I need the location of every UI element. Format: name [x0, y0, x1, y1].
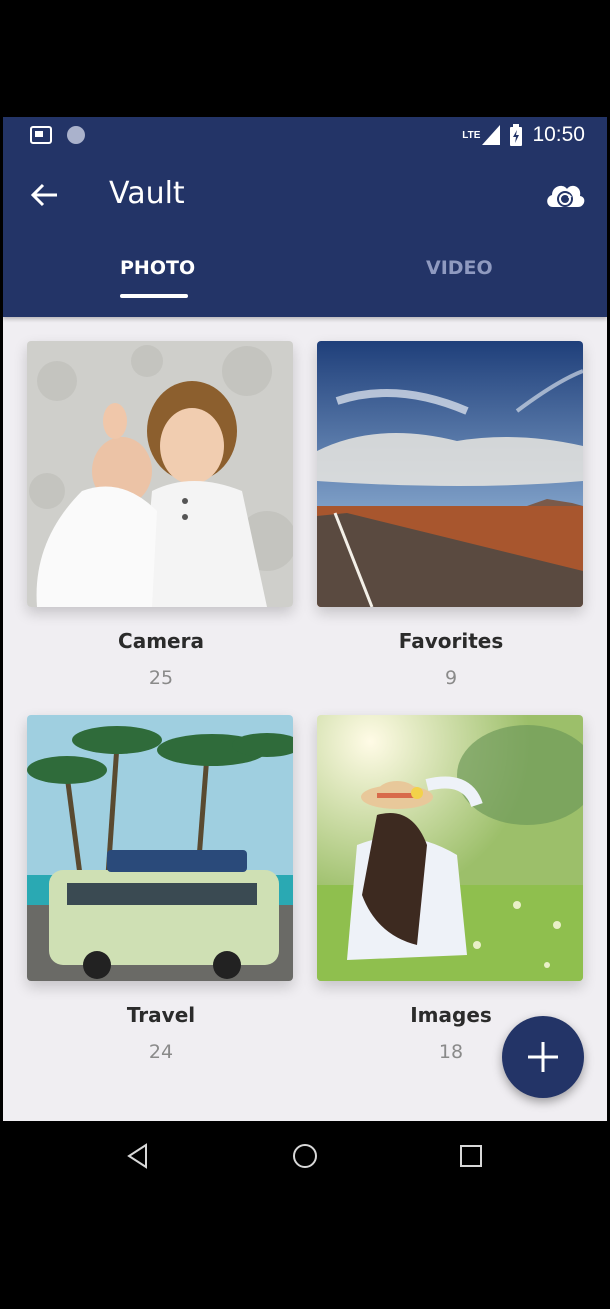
tab-bar: PHOTO VIDEO — [3, 245, 607, 317]
album-card-favorites[interactable]: Favorites 9 — [317, 341, 585, 689]
page-title: Vault — [109, 176, 185, 211]
album-count: 9 — [444, 667, 458, 689]
album-card-camera[interactable]: Camera 25 — [27, 341, 295, 689]
album-thumbnail — [317, 341, 583, 607]
album-card-travel[interactable]: Travel 24 — [27, 715, 295, 1063]
album-thumbnail — [27, 341, 293, 607]
recents-square-icon[interactable] — [456, 1141, 486, 1171]
battery-icon — [510, 124, 523, 146]
album-count: 25 — [148, 667, 174, 689]
album-count: 24 — [148, 1041, 174, 1063]
arrow-left-icon[interactable] — [27, 177, 63, 213]
album-thumbnail — [27, 715, 293, 981]
status-time: 10:50 — [532, 123, 585, 146]
plus-icon — [528, 1042, 558, 1072]
app-screen: LTE 10:50 Vault PHOTO VIDEO Camera 25 Fa… — [3, 117, 607, 1121]
add-album-button[interactable] — [502, 1016, 584, 1098]
tab-photo[interactable]: PHOTO — [120, 257, 195, 279]
album-thumbnail — [317, 715, 583, 981]
signal-icon — [482, 125, 501, 145]
album-card-images[interactable]: Images 18 — [317, 715, 585, 1063]
screenshot-notification-icon — [30, 126, 52, 144]
album-name: Favorites — [398, 629, 504, 653]
cloud-sync-icon[interactable] — [543, 175, 587, 215]
home-circle-icon[interactable] — [290, 1141, 320, 1171]
network-label: LTE — [462, 129, 481, 141]
status-bar: LTE 10:50 — [3, 117, 607, 155]
circle-notification-icon — [67, 126, 85, 144]
app-bar: LTE 10:50 Vault PHOTO VIDEO — [3, 117, 607, 317]
toolbar: Vault — [3, 155, 607, 235]
album-name: Camera — [118, 629, 204, 653]
tab-indicator — [120, 294, 188, 298]
tab-video[interactable]: VIDEO — [426, 257, 493, 279]
system-nav-bar — [0, 1121, 610, 1191]
back-triangle-icon[interactable] — [124, 1141, 154, 1171]
album-name: Travel — [126, 1003, 196, 1027]
